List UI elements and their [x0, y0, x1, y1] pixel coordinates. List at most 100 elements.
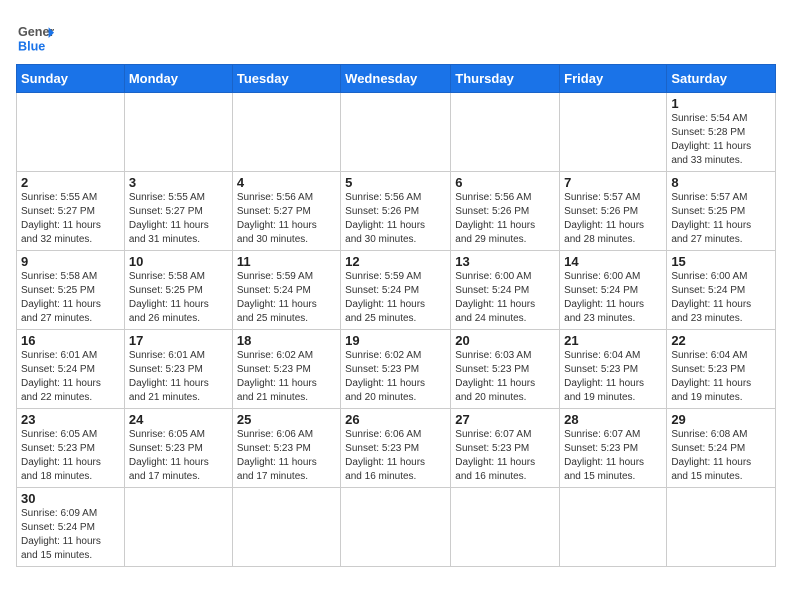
svg-text:Blue: Blue	[18, 40, 45, 54]
header: General Blue	[16, 16, 776, 56]
calendar-cell: 20Sunrise: 6:03 AM Sunset: 5:23 PM Dayli…	[451, 330, 560, 409]
day-number: 22	[671, 333, 771, 348]
day-info: Sunrise: 6:08 AM Sunset: 5:24 PM Dayligh…	[671, 428, 771, 484]
calendar-week-row: 30Sunrise: 6:09 AM Sunset: 5:24 PM Dayli…	[17, 488, 776, 567]
day-info: Sunrise: 6:06 AM Sunset: 5:23 PM Dayligh…	[237, 428, 336, 484]
day-number: 18	[237, 333, 336, 348]
day-number: 29	[671, 412, 771, 427]
weekday-header-row: SundayMondayTuesdayWednesdayThursdayFrid…	[17, 65, 776, 93]
day-info: Sunrise: 6:00 AM Sunset: 5:24 PM Dayligh…	[564, 270, 662, 326]
day-number: 16	[21, 333, 120, 348]
calendar-cell: 19Sunrise: 6:02 AM Sunset: 5:23 PM Dayli…	[341, 330, 451, 409]
day-number: 2	[21, 175, 120, 190]
day-number: 25	[237, 412, 336, 427]
calendar-week-row: 1Sunrise: 5:54 AM Sunset: 5:28 PM Daylig…	[17, 93, 776, 172]
calendar-cell: 3Sunrise: 5:55 AM Sunset: 5:27 PM Daylig…	[124, 172, 232, 251]
logo: General Blue	[16, 20, 54, 56]
calendar-cell	[451, 488, 560, 567]
calendar-cell	[232, 488, 340, 567]
calendar-cell: 6Sunrise: 5:56 AM Sunset: 5:26 PM Daylig…	[451, 172, 560, 251]
day-number: 28	[564, 412, 662, 427]
weekday-header-thursday: Thursday	[451, 65, 560, 93]
day-number: 30	[21, 491, 120, 506]
calendar-cell: 28Sunrise: 6:07 AM Sunset: 5:23 PM Dayli…	[560, 409, 667, 488]
calendar-cell: 29Sunrise: 6:08 AM Sunset: 5:24 PM Dayli…	[667, 409, 776, 488]
weekday-header-saturday: Saturday	[667, 65, 776, 93]
day-number: 27	[455, 412, 555, 427]
day-info: Sunrise: 5:56 AM Sunset: 5:26 PM Dayligh…	[345, 191, 446, 247]
weekday-header-friday: Friday	[560, 65, 667, 93]
day-info: Sunrise: 5:57 AM Sunset: 5:26 PM Dayligh…	[564, 191, 662, 247]
calendar-cell	[232, 93, 340, 172]
day-number: 23	[21, 412, 120, 427]
day-info: Sunrise: 6:01 AM Sunset: 5:24 PM Dayligh…	[21, 349, 120, 405]
day-info: Sunrise: 5:58 AM Sunset: 5:25 PM Dayligh…	[129, 270, 228, 326]
day-info: Sunrise: 5:54 AM Sunset: 5:28 PM Dayligh…	[671, 112, 771, 168]
day-info: Sunrise: 6:05 AM Sunset: 5:23 PM Dayligh…	[129, 428, 228, 484]
day-info: Sunrise: 6:09 AM Sunset: 5:24 PM Dayligh…	[21, 507, 120, 563]
day-number: 15	[671, 254, 771, 269]
calendar-cell	[124, 93, 232, 172]
calendar-cell	[124, 488, 232, 567]
day-number: 20	[455, 333, 555, 348]
day-number: 9	[21, 254, 120, 269]
calendar-cell: 1Sunrise: 5:54 AM Sunset: 5:28 PM Daylig…	[667, 93, 776, 172]
calendar-cell: 16Sunrise: 6:01 AM Sunset: 5:24 PM Dayli…	[17, 330, 125, 409]
calendar-cell: 9Sunrise: 5:58 AM Sunset: 5:25 PM Daylig…	[17, 251, 125, 330]
day-number: 1	[671, 96, 771, 111]
calendar-cell: 23Sunrise: 6:05 AM Sunset: 5:23 PM Dayli…	[17, 409, 125, 488]
calendar-cell: 13Sunrise: 6:00 AM Sunset: 5:24 PM Dayli…	[451, 251, 560, 330]
weekday-header-monday: Monday	[124, 65, 232, 93]
calendar-cell: 21Sunrise: 6:04 AM Sunset: 5:23 PM Dayli…	[560, 330, 667, 409]
day-info: Sunrise: 5:56 AM Sunset: 5:27 PM Dayligh…	[237, 191, 336, 247]
calendar-cell: 14Sunrise: 6:00 AM Sunset: 5:24 PM Dayli…	[560, 251, 667, 330]
day-info: Sunrise: 5:55 AM Sunset: 5:27 PM Dayligh…	[129, 191, 228, 247]
calendar-cell: 30Sunrise: 6:09 AM Sunset: 5:24 PM Dayli…	[17, 488, 125, 567]
day-number: 13	[455, 254, 555, 269]
day-info: Sunrise: 6:04 AM Sunset: 5:23 PM Dayligh…	[564, 349, 662, 405]
calendar-cell: 22Sunrise: 6:04 AM Sunset: 5:23 PM Dayli…	[667, 330, 776, 409]
calendar-week-row: 16Sunrise: 6:01 AM Sunset: 5:24 PM Dayli…	[17, 330, 776, 409]
day-info: Sunrise: 6:02 AM Sunset: 5:23 PM Dayligh…	[237, 349, 336, 405]
page: General Blue SundayMondayTuesdayWednesda…	[0, 0, 792, 577]
day-number: 14	[564, 254, 662, 269]
day-number: 7	[564, 175, 662, 190]
day-info: Sunrise: 5:57 AM Sunset: 5:25 PM Dayligh…	[671, 191, 771, 247]
day-info: Sunrise: 6:06 AM Sunset: 5:23 PM Dayligh…	[345, 428, 446, 484]
calendar-cell: 5Sunrise: 5:56 AM Sunset: 5:26 PM Daylig…	[341, 172, 451, 251]
calendar-cell	[560, 488, 667, 567]
calendar-cell: 7Sunrise: 5:57 AM Sunset: 5:26 PM Daylig…	[560, 172, 667, 251]
day-info: Sunrise: 5:59 AM Sunset: 5:24 PM Dayligh…	[345, 270, 446, 326]
day-number: 24	[129, 412, 228, 427]
day-info: Sunrise: 6:02 AM Sunset: 5:23 PM Dayligh…	[345, 349, 446, 405]
calendar-cell: 24Sunrise: 6:05 AM Sunset: 5:23 PM Dayli…	[124, 409, 232, 488]
calendar-cell: 17Sunrise: 6:01 AM Sunset: 5:23 PM Dayli…	[124, 330, 232, 409]
day-number: 8	[671, 175, 771, 190]
day-info: Sunrise: 6:00 AM Sunset: 5:24 PM Dayligh…	[455, 270, 555, 326]
calendar-cell: 25Sunrise: 6:06 AM Sunset: 5:23 PM Dayli…	[232, 409, 340, 488]
calendar-cell: 18Sunrise: 6:02 AM Sunset: 5:23 PM Dayli…	[232, 330, 340, 409]
calendar-cell	[560, 93, 667, 172]
calendar-cell: 27Sunrise: 6:07 AM Sunset: 5:23 PM Dayli…	[451, 409, 560, 488]
day-info: Sunrise: 6:03 AM Sunset: 5:23 PM Dayligh…	[455, 349, 555, 405]
calendar-table: SundayMondayTuesdayWednesdayThursdayFrid…	[16, 64, 776, 567]
day-number: 17	[129, 333, 228, 348]
calendar-cell: 12Sunrise: 5:59 AM Sunset: 5:24 PM Dayli…	[341, 251, 451, 330]
day-info: Sunrise: 6:07 AM Sunset: 5:23 PM Dayligh…	[455, 428, 555, 484]
day-number: 3	[129, 175, 228, 190]
day-info: Sunrise: 6:07 AM Sunset: 5:23 PM Dayligh…	[564, 428, 662, 484]
calendar-cell	[341, 488, 451, 567]
calendar-week-row: 2 Sunrise: 5:55 AM Sunset: 5:27 PM Daylig…	[17, 172, 776, 251]
weekday-header-tuesday: Tuesday	[232, 65, 340, 93]
generalblue-logo-icon: General Blue	[18, 20, 54, 56]
day-number: 19	[345, 333, 446, 348]
day-number: 6	[455, 175, 555, 190]
day-info: Sunrise: 6:01 AM Sunset: 5:23 PM Dayligh…	[129, 349, 228, 405]
calendar-cell: 8Sunrise: 5:57 AM Sunset: 5:25 PM Daylig…	[667, 172, 776, 251]
weekday-header-sunday: Sunday	[17, 65, 125, 93]
day-info: Sunrise: 5:56 AM Sunset: 5:26 PM Dayligh…	[455, 191, 555, 247]
weekday-header-wednesday: Wednesday	[341, 65, 451, 93]
calendar-cell: 11Sunrise: 5:59 AM Sunset: 5:24 PM Dayli…	[232, 251, 340, 330]
day-info: Sunrise: 5:58 AM Sunset: 5:25 PM Dayligh…	[21, 270, 120, 326]
calendar-week-row: 9Sunrise: 5:58 AM Sunset: 5:25 PM Daylig…	[17, 251, 776, 330]
